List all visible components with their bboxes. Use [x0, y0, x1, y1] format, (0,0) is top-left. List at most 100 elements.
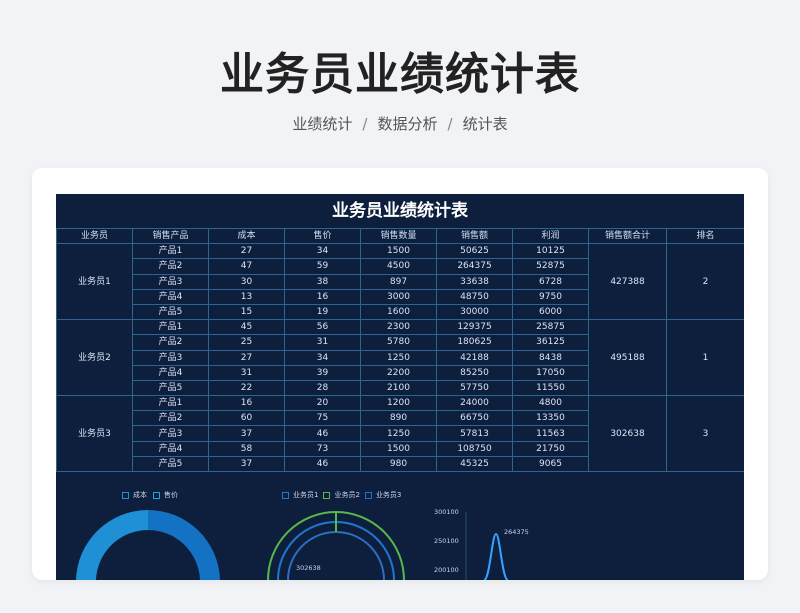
salesperson-cell: 业务员2: [56, 319, 133, 397]
table-cell: 8438: [512, 349, 589, 366]
chart3-y-tick: 200100: [434, 566, 459, 574]
table-cell: 34: [284, 243, 361, 260]
table-cell: 28: [284, 379, 361, 397]
table-cell: 5780: [360, 334, 437, 351]
table-cell: 2100: [360, 379, 437, 397]
table-cell: 1200: [360, 395, 437, 412]
table-cell: 46: [284, 425, 361, 442]
breadcrumb-item-analysis[interactable]: 数据分析: [377, 115, 437, 133]
rank-cell: 1: [666, 319, 744, 397]
breadcrumb-separator: /: [447, 115, 453, 133]
table-cell: 48750: [436, 288, 513, 305]
table-cell: 108750: [436, 440, 513, 457]
table-cell: 17050: [512, 364, 589, 381]
column-header: 销售数量: [360, 227, 437, 245]
ring-series-s3: [287, 531, 385, 580]
table-cell: 产品4: [132, 364, 209, 381]
table-cell: 产品2: [132, 258, 209, 275]
table-cell: 1500: [360, 440, 437, 457]
table-cell: 15: [208, 303, 285, 321]
table-row: 业务员2 产品1 45 56 2300 129375 25875 495188 1: [56, 319, 744, 397]
table-cell: 22: [208, 379, 285, 397]
table-cell: 57750: [436, 379, 513, 397]
table-cell: 38: [284, 273, 361, 290]
table-cell: 1250: [360, 349, 437, 366]
table-cell: 33638: [436, 273, 513, 290]
table-cell: 产品2: [132, 410, 209, 427]
rank-cell: 3: [666, 395, 744, 472]
table-cell: 30000: [436, 303, 513, 321]
table-cell: 11550: [512, 379, 589, 397]
column-header: 利润: [512, 227, 589, 245]
donut-slice-price: [148, 510, 220, 580]
table-cell: 19: [284, 303, 361, 321]
breadcrumb-item-stats[interactable]: 业绩统计: [292, 115, 352, 133]
table-cell: 73: [284, 440, 361, 457]
table-cell: 产品3: [132, 425, 209, 442]
table-cell: 180625: [436, 334, 513, 351]
table-cell: 3000: [360, 288, 437, 305]
table-cell: 897: [360, 273, 437, 290]
table-row: 业务员1 产品1 27 34 1500 50625 10125 427388 2: [56, 243, 744, 321]
table-cell: 25: [208, 334, 285, 351]
table-cell: 980: [360, 455, 437, 473]
breadcrumb-item-table[interactable]: 统计表: [463, 115, 508, 133]
table-cell: 2200: [360, 364, 437, 381]
table-cell: 13350: [512, 410, 589, 427]
table-cell: 9750: [512, 288, 589, 305]
table-cell: 50625: [436, 243, 513, 260]
table-cell: 47: [208, 258, 285, 275]
breadcrumb-separator: /: [362, 115, 368, 133]
table-cell: 2300: [360, 319, 437, 336]
table-cell: 4500: [360, 258, 437, 275]
table-cell: 产品3: [132, 349, 209, 366]
table-cell: 890: [360, 410, 437, 427]
table-cell: 1500: [360, 243, 437, 260]
preview-card: 业务员业绩统计表 业务员 销售产品 成本 售价 销售数量 销售额 利润 销售额合计 排名 业务员…: [32, 168, 768, 580]
sales-total-cell: 302638: [588, 395, 667, 472]
table-cell: 58: [208, 440, 285, 457]
header-row: 业务员 销售产品 成本 售价 销售数量 销售额 利润 销售额合计 排名: [56, 227, 744, 245]
table-cell: 36125: [512, 334, 589, 351]
table-cell: 20: [284, 395, 361, 412]
table-cell: 42188: [436, 349, 513, 366]
table-cell: 11563: [512, 425, 589, 442]
sales-total-cell: 495188: [588, 319, 667, 397]
table-cell: 6728: [512, 273, 589, 290]
rank-cell: 2: [666, 243, 744, 321]
table-cell: 56: [284, 319, 361, 336]
column-header: 业务员: [56, 227, 133, 245]
table-cell: 产品1: [132, 319, 209, 336]
table-cell: 25875: [512, 319, 589, 336]
table-cell: 37: [208, 425, 285, 442]
table-cell: 10125: [512, 243, 589, 260]
column-header: 排名: [666, 227, 744, 245]
table-cell: 6000: [512, 303, 589, 321]
sheet-title: 业务员业绩统计表: [332, 201, 468, 221]
table-cell: 75: [284, 410, 361, 427]
performance-table: 业务员 销售产品 成本 售价 销售数量 销售额 利润 销售额合计 排名 业务员1 产品1 27 34 1…: [56, 227, 744, 473]
chart1-donut: [76, 510, 220, 580]
table-cell: 59: [284, 258, 361, 275]
table-cell: 27: [208, 349, 285, 366]
charts-svg: [76, 510, 509, 580]
table-cell: 57813: [436, 425, 513, 442]
table-cell: 45325: [436, 455, 513, 473]
table-cell: 16: [284, 288, 361, 305]
table-cell: 46: [284, 455, 361, 473]
salesperson-cell: 业务员3: [56, 395, 133, 472]
table-cell: 45: [208, 319, 285, 336]
table-cell: 21750: [512, 440, 589, 457]
table-cell: 产品1: [132, 395, 209, 412]
table-cell: 31: [284, 334, 361, 351]
table-cell: 60: [208, 410, 285, 427]
breadcrumb: 业绩统计 / 数据分析 / 统计表: [0, 113, 800, 134]
table-cell: 16: [208, 395, 285, 412]
table-cell: 1600: [360, 303, 437, 321]
table-cell: 1250: [360, 425, 437, 442]
table-cell: 27: [208, 243, 285, 260]
table-cell: 37: [208, 455, 285, 473]
table-cell: 66750: [436, 410, 513, 427]
table-cell: 产品3: [132, 273, 209, 290]
table-cell: 85250: [436, 364, 513, 381]
